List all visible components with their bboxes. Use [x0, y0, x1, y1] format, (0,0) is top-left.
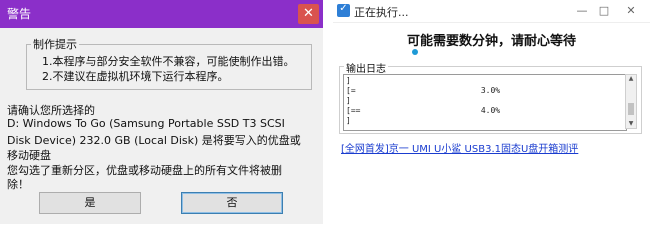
log-line: ]: [346, 116, 351, 125]
hint-line: 2.不建议在虚拟机环境下运行本程序。: [42, 70, 229, 83]
hint-group-title: 制作提示: [31, 36, 79, 52]
message-line: 除！: [7, 178, 29, 191]
log-scrollbar[interactable]: ▲ ▼: [625, 74, 637, 129]
log-line: [== 4.0%: [346, 106, 501, 115]
no-button[interactable]: 否: [181, 192, 283, 214]
scroll-down-icon[interactable]: ▼: [626, 120, 636, 127]
message-line: Disk Device) 232.0 GB (Local Disk) 是将要写入…: [7, 134, 301, 147]
scroll-up-icon[interactable]: ▲: [626, 75, 636, 82]
message-line: 请确认您所选择的: [7, 104, 95, 117]
hint-line: 1.本程序与部分安全软件不兼容，可能使制作出错。: [42, 55, 295, 68]
progress-dialog: ✓ 正在执行... — □ ✕ 可能需要数分钟，请耐心等待 输出日志 ] [= …: [333, 0, 650, 224]
yes-button[interactable]: 是: [39, 192, 141, 214]
message-line: 您勾选了重新分区，优盘或移动硬盘上的所有文件将被删: [7, 164, 282, 177]
warning-close-button[interactable]: ✕: [298, 4, 319, 24]
message-line: D: Windows To Go (Samsung Portable SSD T…: [7, 117, 285, 130]
app-icon: ✓: [337, 3, 350, 17]
footer-link[interactable]: [全网首发]京一 UMI U小鲨 USB3.1固态U盘开箱测评: [341, 140, 578, 155]
maximize-icon[interactable]: □: [594, 3, 614, 19]
warning-titlebar[interactable]: [0, 0, 323, 28]
wait-message: 可能需要数分钟，请耐心等待: [406, 34, 576, 49]
log-output[interactable]: ] [= 3.0% ] [== 4.0% ]: [343, 74, 627, 131]
spinner-icon: [412, 49, 418, 55]
message-line: 移动硬盘: [7, 149, 51, 162]
close-icon: ✕: [303, 6, 314, 21]
scroll-thumb[interactable]: [628, 103, 634, 115]
close-icon[interactable]: ✕: [621, 3, 641, 19]
warning-title: 警告: [7, 7, 32, 21]
log-line: ]: [346, 76, 351, 85]
warning-dialog: 警告 ✕ 制作提示 1.本程序与部分安全软件不兼容，可能使制作出错。 2.不建议…: [0, 0, 323, 224]
log-line: ]: [346, 96, 351, 105]
progress-title: 正在执行...: [354, 6, 409, 19]
minimize-icon[interactable]: —: [572, 3, 592, 19]
log-line: [= 3.0%: [346, 86, 501, 95]
log-group-title: 输出日志: [344, 60, 388, 75]
